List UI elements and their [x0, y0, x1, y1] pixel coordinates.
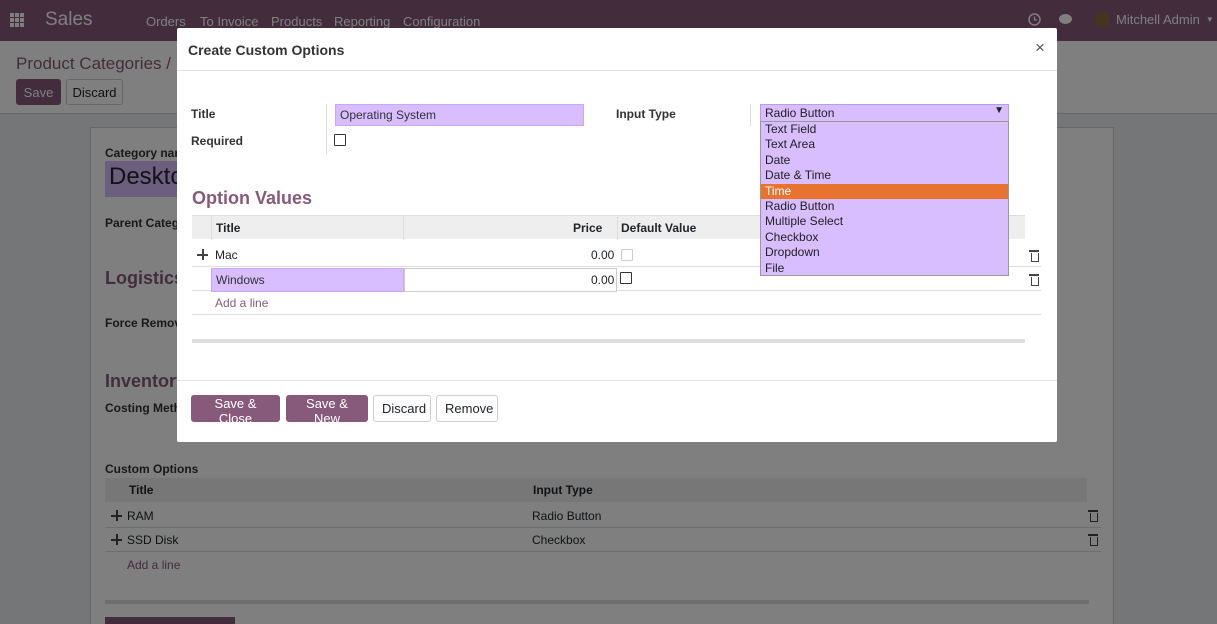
option-file[interactable]: File	[761, 261, 1008, 276]
row-title: Mac	[215, 248, 238, 262]
option-multiple-select[interactable]: Multiple Select	[761, 214, 1008, 229]
title-input[interactable]: Operating System	[335, 104, 584, 126]
row-price-input[interactable]	[404, 268, 617, 292]
option-text-area[interactable]: Text Area	[761, 137, 1008, 152]
discard-button[interactable]: Discard	[373, 395, 431, 422]
input-type-dropdown: Text Field Text Area Date Date & Time Ti…	[760, 121, 1009, 276]
option-date-time[interactable]: Date & Time	[761, 168, 1008, 183]
horizontal-scrollbar[interactable]	[192, 339, 1025, 343]
divider	[326, 104, 327, 154]
modal-header: Create Custom Options ×	[177, 28, 1057, 71]
option-dropdown[interactable]: Dropdown	[761, 245, 1008, 260]
default-value-checkbox[interactable]	[621, 249, 633, 261]
option-values-title: Option Values	[192, 188, 313, 208]
modal-footer: Save & Close Save & New Discard Remove	[177, 380, 1057, 442]
row-price: 0.00	[591, 248, 615, 262]
required-checkbox[interactable]	[334, 134, 346, 146]
add-line-row: Add a line	[192, 291, 1041, 315]
option-radio-button[interactable]: Radio Button	[761, 199, 1008, 214]
add-line-link[interactable]: Add a line	[215, 296, 268, 310]
input-type-label: Input Type	[616, 107, 676, 121]
col-price[interactable]: Price	[573, 221, 602, 235]
input-type-select[interactable]: Radio Button ▼	[760, 104, 1009, 122]
col-title[interactable]: Title	[216, 221, 240, 235]
col-default-value[interactable]: Default Value	[621, 221, 696, 235]
trash-icon[interactable]	[1029, 250, 1039, 262]
required-label: Required	[191, 134, 244, 148]
remove-button[interactable]: Remove	[436, 395, 498, 422]
divider	[750, 104, 751, 126]
row-price: 0.00	[591, 273, 615, 287]
option-date[interactable]: Date	[761, 153, 1008, 168]
trash-icon[interactable]	[1029, 274, 1039, 286]
row-title-input[interactable]: Windows	[211, 268, 404, 292]
divider	[617, 216, 618, 240]
option-time[interactable]: Time	[761, 183, 1008, 199]
input-type-value: Radio Button	[765, 106, 835, 120]
caret-down-icon: ▼	[994, 105, 1004, 116]
divider	[211, 216, 212, 240]
modal-title: Create Custom Options	[188, 42, 345, 58]
close-icon[interactable]: ×	[1035, 38, 1045, 58]
default-value-checkbox[interactable]	[620, 272, 632, 284]
option-text-field[interactable]: Text Field	[761, 122, 1008, 137]
save-new-button[interactable]: Save & New	[286, 395, 368, 426]
save-close-button[interactable]: Save & Close	[191, 395, 280, 426]
move-handle-icon[interactable]	[197, 249, 208, 260]
divider	[403, 216, 404, 240]
title-label: Title	[191, 107, 216, 121]
option-checkbox[interactable]: Checkbox	[761, 230, 1008, 245]
